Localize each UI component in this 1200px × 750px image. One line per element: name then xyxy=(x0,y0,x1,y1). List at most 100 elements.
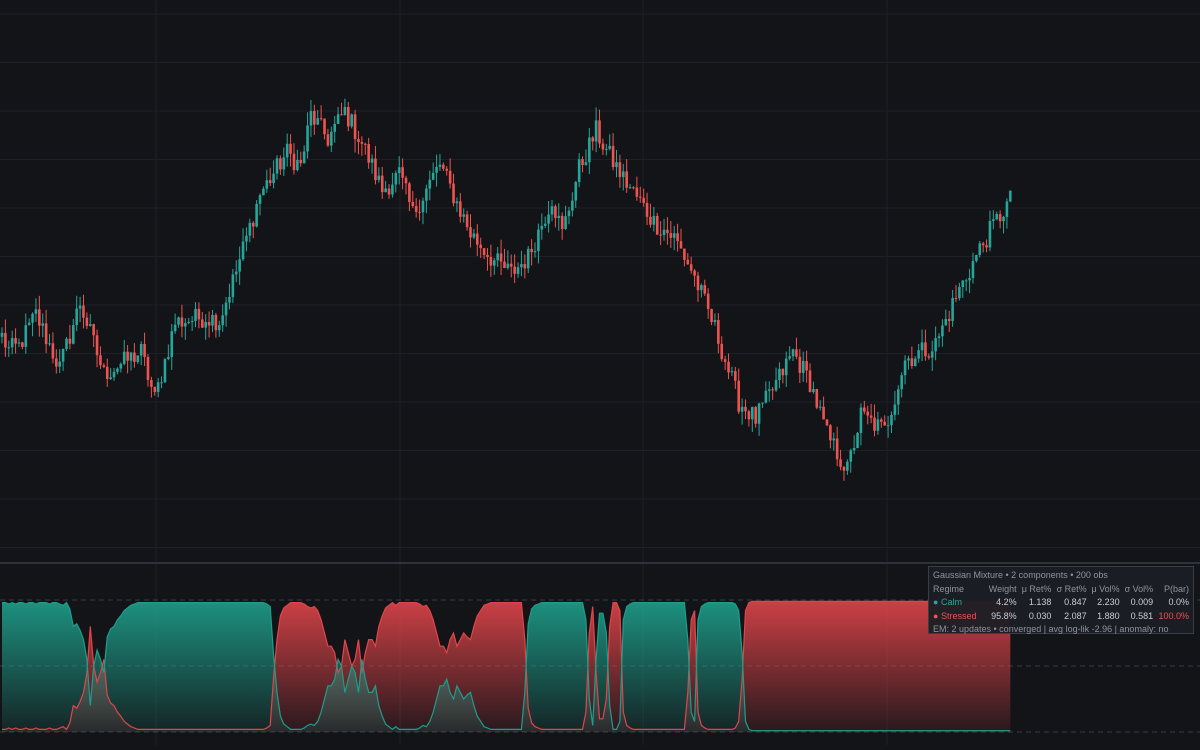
candle-body xyxy=(669,233,673,238)
candle-body xyxy=(428,179,432,189)
candle-body xyxy=(241,241,245,260)
candle-body xyxy=(750,407,754,420)
candle-down xyxy=(268,167,272,187)
candle-down xyxy=(873,404,876,437)
candle-body xyxy=(791,349,795,357)
candle-down xyxy=(408,181,411,212)
stressed-sigma-ret: 2.087 xyxy=(1064,610,1087,621)
candle-body xyxy=(85,317,89,326)
candle-body xyxy=(642,197,645,203)
candle-down xyxy=(476,224,479,257)
candle-up xyxy=(913,356,917,367)
candle-up xyxy=(628,183,632,189)
candle-down xyxy=(723,355,727,370)
candle-body xyxy=(326,134,330,146)
candle-body xyxy=(459,201,462,217)
candle-body xyxy=(394,172,398,185)
candle-down xyxy=(214,312,218,338)
candle-body xyxy=(61,348,65,362)
candle-down xyxy=(696,271,700,302)
candle-down xyxy=(808,363,812,393)
candle-body xyxy=(503,261,506,268)
candle-down xyxy=(55,349,58,374)
candle-body xyxy=(58,361,62,367)
candle-up xyxy=(968,268,971,294)
candle-down xyxy=(201,311,204,329)
candle-body xyxy=(173,324,177,332)
candle-body xyxy=(336,114,340,124)
candle-body xyxy=(340,114,343,116)
candle-body xyxy=(710,308,713,323)
candle-body xyxy=(869,415,873,418)
chart-canvas[interactable] xyxy=(0,0,1200,750)
candle-body xyxy=(153,386,157,392)
candle-down xyxy=(737,368,741,414)
candle-body xyxy=(577,159,581,183)
candle-up xyxy=(156,377,160,398)
candle-body xyxy=(353,114,357,140)
candle-body xyxy=(757,403,761,424)
candle-body xyxy=(903,360,907,376)
candle-body xyxy=(65,338,68,349)
candle-up xyxy=(608,134,612,151)
candle-body xyxy=(547,214,550,224)
candle-down xyxy=(445,166,449,176)
gmm-header-row: Regime Weight μ Ret% σ Ret% μ Vol% σ Vol… xyxy=(933,583,1189,597)
candle-up xyxy=(221,304,224,332)
candle-up xyxy=(384,180,387,193)
candle-down xyxy=(883,415,886,426)
candle-body xyxy=(272,173,275,184)
candle-body xyxy=(51,343,55,359)
candle-up xyxy=(750,406,754,432)
candle-up xyxy=(907,355,910,370)
candle-body xyxy=(143,343,146,358)
candle-down xyxy=(4,319,7,357)
calm-weight: 4.2% xyxy=(996,597,1017,607)
header-weight: Weight xyxy=(988,583,1017,594)
candle-body xyxy=(910,358,914,366)
candle-down xyxy=(676,223,679,252)
calm-dot-icon: ● xyxy=(933,597,939,607)
candle-body xyxy=(126,351,129,361)
candle-up xyxy=(262,186,265,196)
candle-body xyxy=(615,162,618,168)
candle-up xyxy=(31,312,34,337)
candle-body xyxy=(408,183,411,202)
candle-body xyxy=(221,315,224,326)
candle-body xyxy=(343,106,347,116)
candle-body xyxy=(170,331,174,358)
candle-body xyxy=(211,314,214,326)
candle-body xyxy=(964,280,968,282)
candle-down xyxy=(401,158,404,190)
candle-down xyxy=(927,353,931,360)
candle-down xyxy=(839,449,842,471)
candle-up xyxy=(520,250,523,277)
candle-down xyxy=(686,253,690,265)
candle-body xyxy=(71,325,75,344)
candle-body xyxy=(584,162,588,165)
candle-down xyxy=(346,101,350,132)
candle-up xyxy=(343,98,347,116)
candle-body xyxy=(234,271,238,275)
candle-body xyxy=(245,235,248,242)
candle-down xyxy=(340,102,343,116)
candle-down xyxy=(85,312,89,329)
calm-p-bar: 0.0% xyxy=(1168,597,1189,607)
candle-up xyxy=(761,402,764,408)
candle-up xyxy=(995,211,999,221)
candle-body xyxy=(621,171,625,178)
candle-up xyxy=(849,448,853,473)
candle-body xyxy=(815,388,819,408)
candle-down xyxy=(380,166,384,199)
candle-body xyxy=(346,106,350,127)
gmm-stats-table: Regime Weight μ Ret% σ Ret% μ Vol% σ Vol… xyxy=(933,583,1189,624)
candle-body xyxy=(292,153,296,171)
candle-body xyxy=(632,187,635,189)
candle-body xyxy=(34,309,38,314)
candle-down xyxy=(822,396,825,420)
candle-body xyxy=(0,332,4,337)
candle-up xyxy=(893,391,897,421)
candle-body xyxy=(920,342,924,351)
candle-up xyxy=(258,193,262,216)
candle-up xyxy=(234,260,238,283)
